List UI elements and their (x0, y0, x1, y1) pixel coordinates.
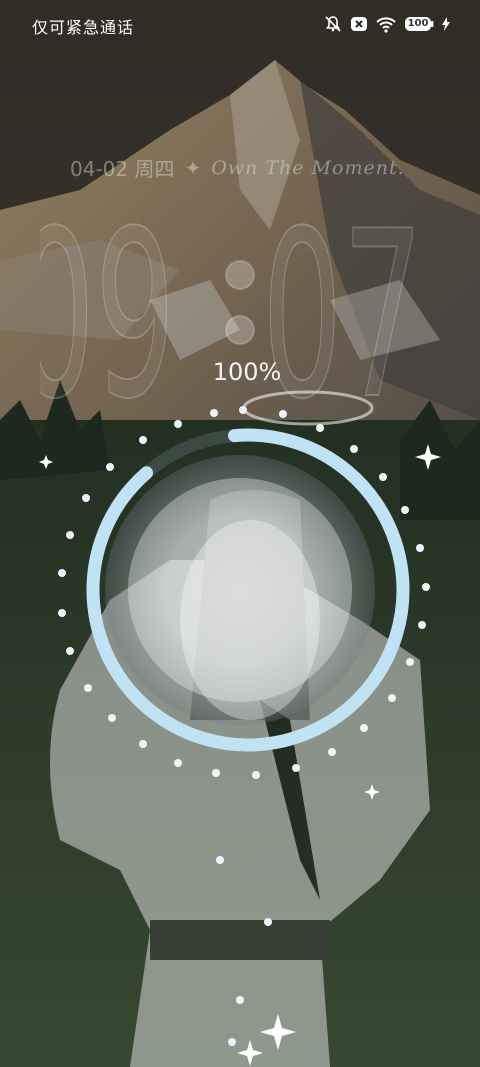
charging-animation (39, 390, 441, 1066)
halo (242, 390, 374, 426)
battery-percent: 100% (212, 358, 282, 386)
charge-ring-progress (86, 428, 410, 752)
